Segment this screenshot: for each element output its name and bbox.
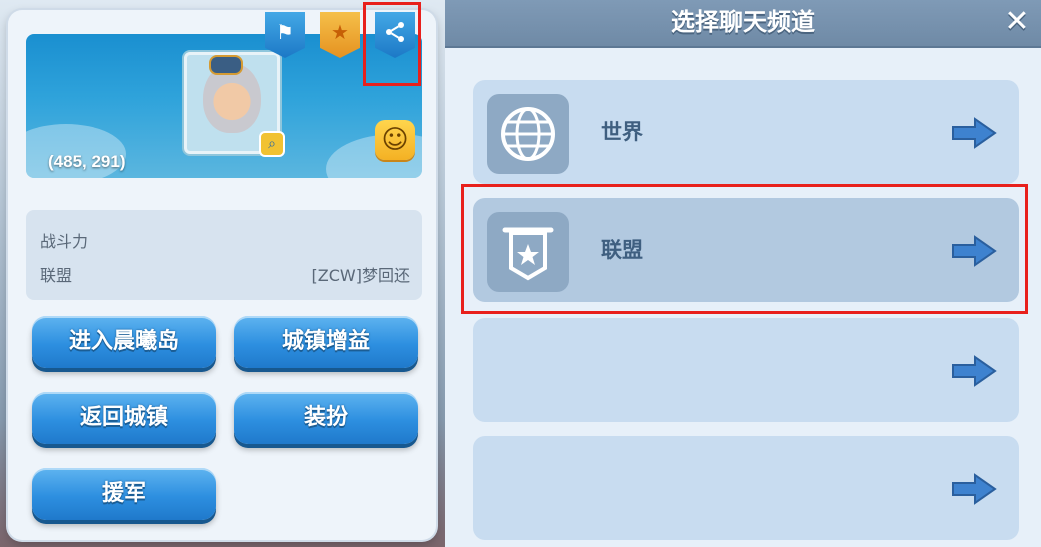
reinforce-button[interactable]: 援军 [32, 468, 216, 520]
channel-row-world[interactable]: 世界 [473, 80, 1019, 184]
zoom-icon[interactable]: ⌕ [259, 131, 285, 157]
enter-island-button[interactable]: 进入晨曦岛 [32, 316, 216, 368]
channel-row-empty[interactable] [473, 318, 1019, 422]
channel-icon-box [487, 94, 569, 174]
goggles-icon [209, 55, 243, 75]
emoji-button[interactable]: ☺ [375, 120, 415, 160]
arrow-right-icon [952, 355, 997, 387]
coordinates-label: (485, 291) [48, 152, 126, 171]
return-town-button[interactable]: 返回城镇 [32, 392, 216, 444]
star-icon: ★ [331, 20, 349, 44]
share-highlight-box [363, 2, 421, 86]
avatar[interactable]: ⌕ [184, 52, 285, 157]
alliance-highlight-box [461, 184, 1028, 314]
channel-row-empty[interactable] [473, 436, 1019, 540]
dress-up-button[interactable]: 装扮 [234, 392, 418, 444]
globe-icon [501, 107, 555, 161]
flag-icon: ⚑ [276, 20, 294, 44]
channel-header: 选择聊天频道 ✕ [445, 0, 1041, 48]
info-box: 战斗力 联盟 [ZCW]梦回还 [26, 210, 422, 300]
power-label: 战斗力 [40, 232, 89, 251]
alliance-label: 联盟 [40, 266, 73, 285]
avatar-portrait [203, 55, 261, 133]
arrow-right-icon [952, 473, 997, 505]
close-button[interactable]: ✕ [1001, 6, 1033, 38]
profile-panel: ⌕ (485, 291) ☺ ⚑ ★ 战斗力 联盟 [ZCW]梦回还 进入晨曦岛… [8, 2, 436, 540]
town-buff-button[interactable]: 城镇增益 [234, 316, 418, 368]
alliance-value: [ZCW]梦回还 [311, 266, 410, 285]
channel-label: 世界 [601, 120, 643, 144]
channel-title: 选择聊天频道 [671, 8, 815, 36]
arrow-right-icon [952, 117, 997, 149]
